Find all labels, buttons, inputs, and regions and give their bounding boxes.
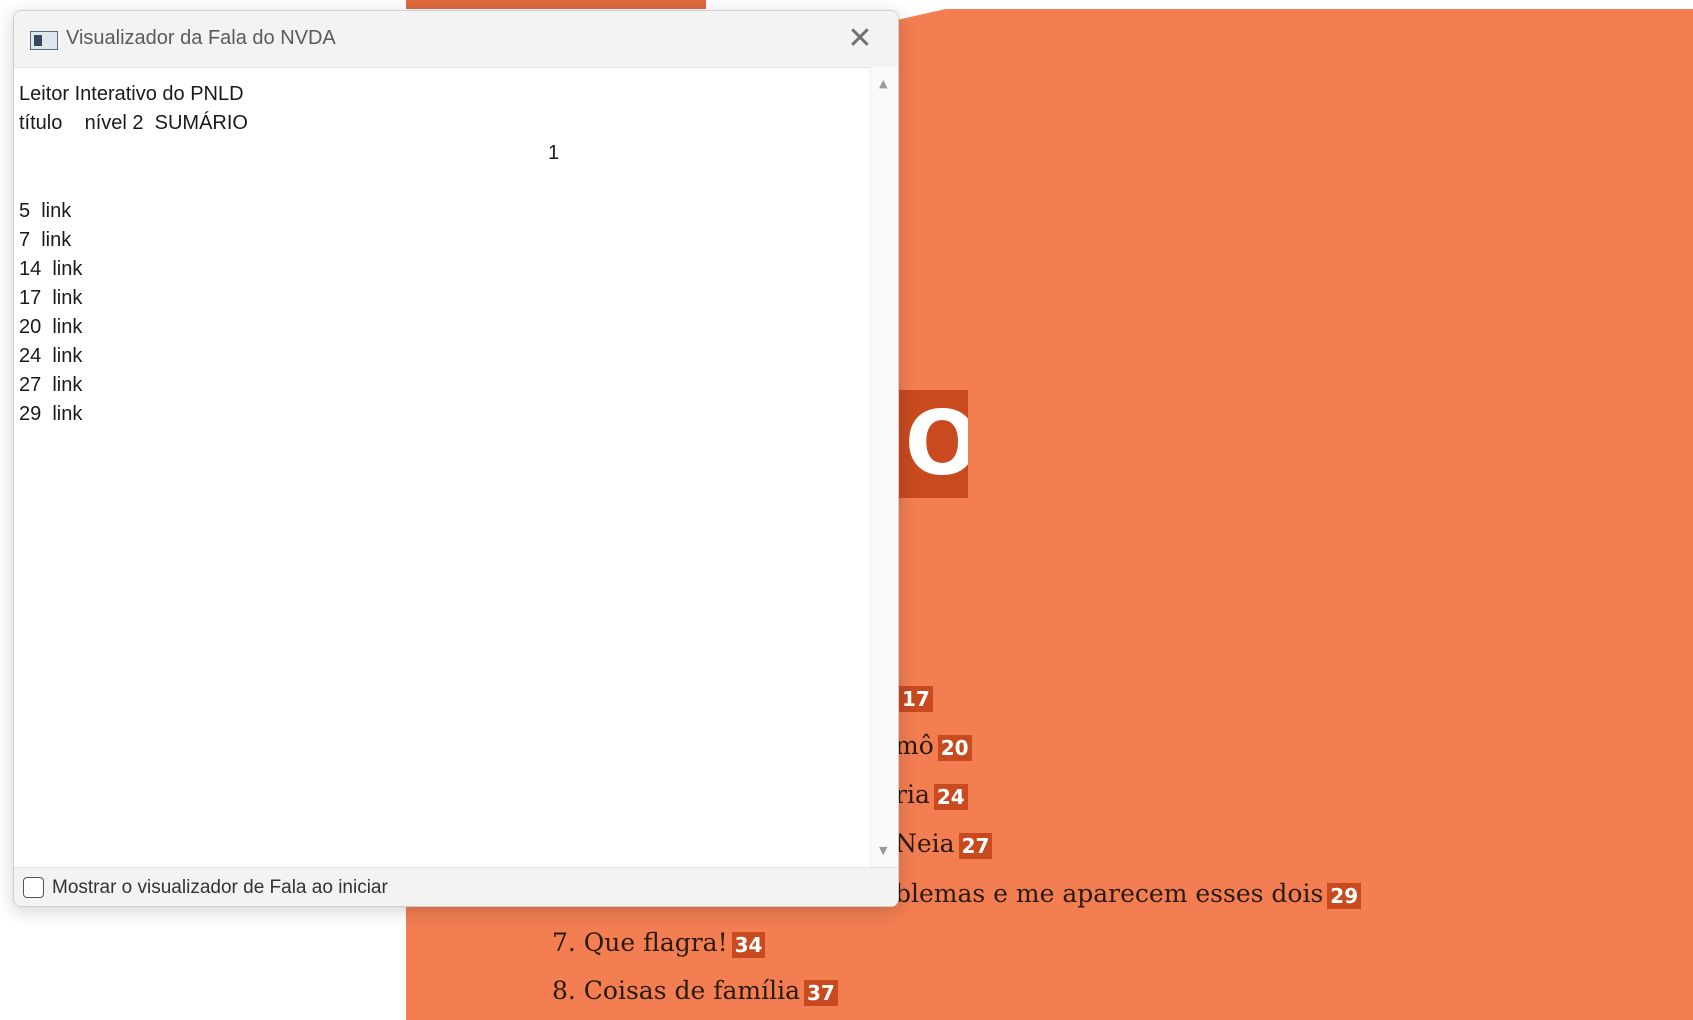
toc-entry-24[interactable]: ria 24 bbox=[895, 780, 968, 810]
toc-page-number[interactable]: 24 bbox=[933, 783, 968, 810]
scroll-down-arrow-icon[interactable]: ▼ bbox=[879, 844, 887, 857]
speech-line: 5 link bbox=[19, 200, 72, 222]
speech-line: Leitor Interativo do PNLD bbox=[19, 83, 244, 105]
toc-entry-text: Neia bbox=[895, 829, 955, 858]
page-top-illustration bbox=[406, 0, 706, 9]
toc-entry-34[interactable]: 7. Que flagra! 34 bbox=[552, 928, 766, 958]
show-on-start-checkbox[interactable] bbox=[23, 877, 44, 898]
scroll-up-arrow-icon[interactable]: ▲ bbox=[879, 77, 887, 90]
toc-entry-29[interactable]: blemas e me aparecem esses dois 29 bbox=[895, 879, 1362, 909]
app-window-icon bbox=[30, 31, 58, 50]
speech-text-area[interactable]: Leitor Interativo do PNLD título nível 2… bbox=[14, 67, 870, 868]
vertical-scrollbar[interactable]: ▲ ▼ bbox=[870, 67, 898, 867]
toc-page-number[interactable]: 27 bbox=[958, 832, 993, 859]
toc-entry-17[interactable]: 17 bbox=[895, 682, 933, 712]
show-on-start-label[interactable]: Mostrar o visualizador de Fala ao inicia… bbox=[52, 877, 388, 899]
toc-entry-27[interactable]: Neia 27 bbox=[895, 829, 993, 859]
speech-line: 1 bbox=[548, 142, 560, 164]
toc-entry-text: 8. Coisas de família bbox=[552, 976, 800, 1005]
toc-entry-text: ria bbox=[895, 780, 930, 809]
close-button[interactable]: ✕ bbox=[842, 21, 878, 57]
toc-page-number[interactable]: 20 bbox=[937, 734, 972, 761]
window-footer: Mostrar o visualizador de Fala ao inicia… bbox=[14, 867, 898, 906]
window-title: Visualizador da Fala do NVDA bbox=[66, 27, 336, 49]
toc-page-number[interactable]: 29 bbox=[1327, 882, 1362, 909]
title-bar[interactable]: Visualizador da Fala do NVDA ✕ bbox=[14, 11, 898, 67]
toc-page-number[interactable]: 17 bbox=[899, 685, 933, 712]
toc-entry-text: blemas e me aparecem esses dois bbox=[895, 879, 1324, 908]
toc-entry-text: 7. Que flagra! bbox=[552, 928, 728, 957]
toc-entry-37[interactable]: 8. Coisas de família 37 bbox=[552, 976, 838, 1006]
speech-line: 27 link bbox=[19, 374, 83, 396]
speech-line: 17 link bbox=[19, 287, 83, 309]
speech-line: 24 link bbox=[19, 345, 83, 367]
speech-line: título nível 2 SUMÁRIO bbox=[19, 112, 248, 134]
speech-line: 20 link bbox=[19, 316, 83, 338]
speech-line: 7 link bbox=[19, 229, 72, 251]
speech-line: 14 link bbox=[19, 258, 83, 280]
toc-entry-text: mô bbox=[895, 731, 934, 760]
toc-page-number[interactable]: 34 bbox=[731, 931, 766, 958]
toc-page-number[interactable]: 37 bbox=[804, 979, 838, 1006]
nvda-speech-viewer-window[interactable]: Visualizador da Fala do NVDA ✕ Leitor In… bbox=[13, 10, 899, 907]
toc-entry-20[interactable]: mô 20 bbox=[895, 731, 972, 761]
speech-line: 29 link bbox=[19, 403, 83, 425]
